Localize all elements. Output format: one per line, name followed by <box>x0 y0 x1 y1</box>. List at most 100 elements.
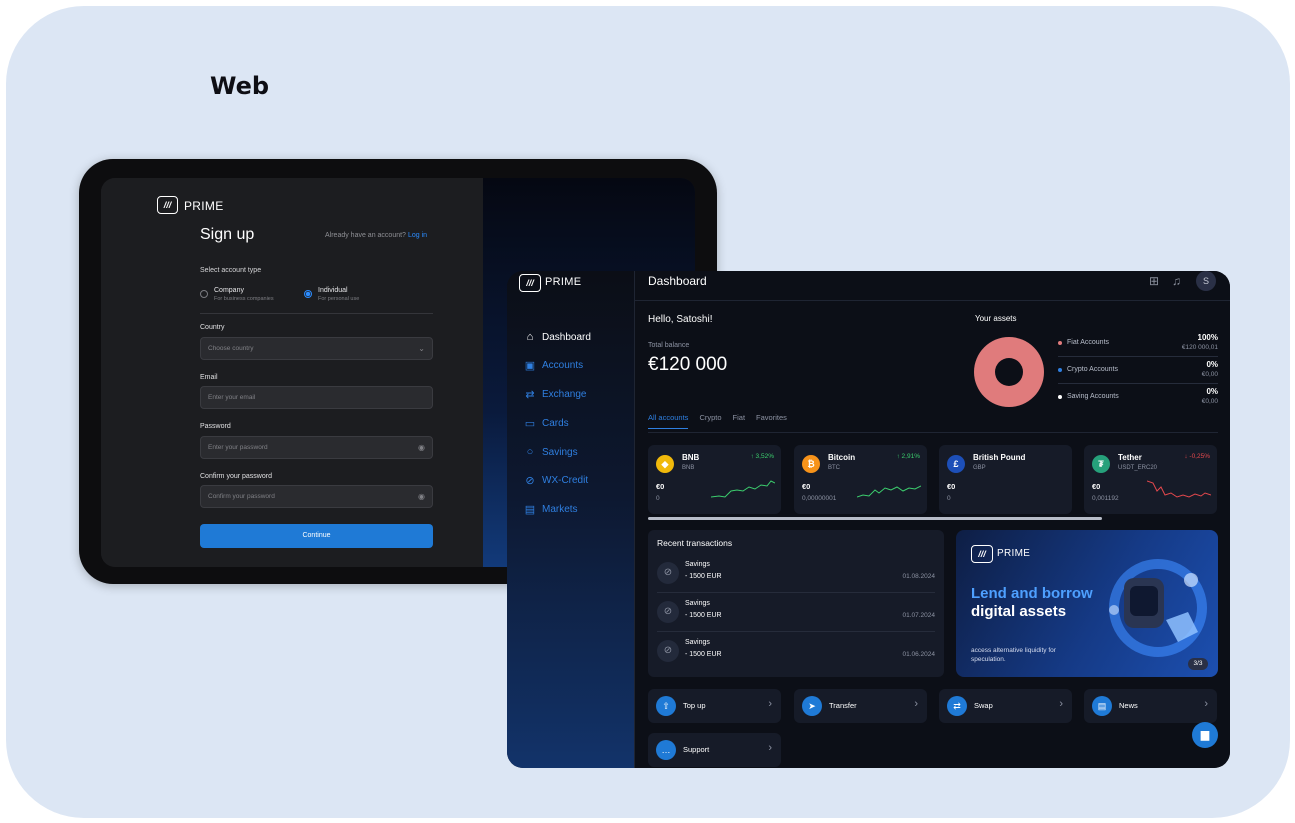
action-label: Top up <box>683 701 706 710</box>
account-type-individual[interactable]: Individual For personal use <box>304 287 359 302</box>
assets-title: Your assets <box>975 314 1017 323</box>
promo-subtitle: access alternative liquidity for specula… <box>971 647 1056 663</box>
eye-icon[interactable]: ◉ <box>418 492 425 501</box>
section-heading: Web <box>210 72 270 100</box>
email-field[interactable]: Enter your email <box>200 386 433 409</box>
country-select[interactable]: Choose country ⌄ <box>200 337 433 360</box>
assets-donut-chart <box>974 337 1044 407</box>
transaction-amount: - 1500 EUR <box>685 573 722 580</box>
bell-icon[interactable]: ♫ <box>1172 274 1181 288</box>
asset-amount: €120 000,01 <box>1181 344 1218 351</box>
chart-icon: ▤ <box>524 504 536 516</box>
asset-card-amount: 0 <box>947 495 951 502</box>
asset-card-amount: 0,00000001 <box>802 495 837 502</box>
sidebar-item-label: Dashboard <box>542 331 591 343</box>
sidebar-item-cards[interactable]: ▭ Cards <box>524 417 569 430</box>
asset-card-ticker: BTC <box>828 465 840 471</box>
radio-button[interactable] <box>200 290 208 298</box>
brand-name: PRIME <box>545 276 582 288</box>
greeting: Hello, Satoshi! <box>648 314 713 325</box>
swap-icon: ⇄ <box>947 696 967 716</box>
savings-icon: ⊘ <box>657 601 679 623</box>
asset-card-bnb[interactable]: ◆ BNB BNB ↑ 3,52% €0 0 <box>648 445 781 514</box>
support-button[interactable]: … Support › <box>648 733 781 767</box>
confirm-password-label: Confirm your password <box>200 473 272 480</box>
gift-icon[interactable]: ⊞ <box>1149 274 1159 288</box>
list-item[interactable]: ⊘ Savings - 1500 EUR 01.06.2024 <box>657 632 935 671</box>
asset-card-tether[interactable]: ₮ Tether USDT_ERC20 ↓ -0,25% €0 0,001192 <box>1084 445 1217 514</box>
radio-text: Company For business companies <box>214 287 274 302</box>
avatar[interactable]: S <box>1196 271 1216 291</box>
savings-icon: ⊘ <box>657 640 679 662</box>
promo-headline: Lend and borrow digital assets <box>971 585 1101 621</box>
tab-fiat[interactable]: Fiat <box>733 413 746 429</box>
asset-percent: 0% <box>1206 387 1218 396</box>
news-button[interactable]: ▤ News › <box>1084 689 1217 723</box>
sparkline <box>1147 480 1211 498</box>
transaction-date: 01.06.2024 <box>902 651 935 658</box>
horizontal-scrollbar[interactable] <box>648 517 1102 520</box>
asset-card-name: Tether <box>1118 453 1142 462</box>
asset-row-crypto: Crypto Accounts 0% €0,00 <box>1058 358 1218 384</box>
chevron-right-icon: › <box>1204 698 1208 710</box>
continue-button[interactable]: Continue <box>200 524 433 548</box>
list-item[interactable]: ⊘ Savings - 1500 EUR 01.07.2024 <box>657 593 935 632</box>
sidebar-item-wx-credit[interactable]: ⊘ WX-Credit <box>524 474 588 487</box>
password-field[interactable]: Enter your password ◉ <box>200 436 433 459</box>
asset-card-ticker: BNB <box>682 465 695 471</box>
transaction-date: 01.07.2024 <box>902 612 935 619</box>
asset-card-bitcoin[interactable]: ₿ Bitcoin BTC ↑ 2,91% €0 0,00000001 <box>794 445 927 514</box>
tab-favorites[interactable]: Favorites <box>756 413 787 429</box>
carousel-page-indicator: 3/3 <box>1188 658 1208 670</box>
chevron-right-icon: › <box>914 698 918 710</box>
promo-banner[interactable]: /// PRIME Lend and borrow digital assets… <box>956 530 1218 677</box>
login-prompt: Already have an account? Log in <box>325 232 427 239</box>
transaction-amount: - 1500 EUR <box>685 612 722 619</box>
password-placeholder: Enter your password <box>208 444 268 451</box>
login-link[interactable]: Log in <box>408 232 427 239</box>
sidebar-item-accounts[interactable]: ▣ Accounts <box>524 359 583 372</box>
sidebar-item-label: Savings <box>542 446 578 458</box>
bnb-coin-icon: ◆ <box>656 455 674 473</box>
radio-title: Company <box>214 287 244 294</box>
asset-card-ticker: GBP <box>973 465 986 471</box>
legend-dot <box>1058 341 1062 345</box>
brand-name: PRIME <box>997 548 1031 559</box>
list-item[interactable]: ⊘ Savings - 1500 EUR 01.08.2024 <box>657 554 935 593</box>
eye-icon[interactable]: ◉ <box>418 443 425 452</box>
sparkline <box>857 485 921 498</box>
asset-name: Saving Accounts <box>1067 393 1119 400</box>
country-label: Country <box>200 324 225 331</box>
sidebar-item-savings[interactable]: ○ Savings <box>524 446 578 458</box>
tether-coin-icon: ₮ <box>1092 455 1110 473</box>
radio-button-selected[interactable] <box>304 290 312 298</box>
email-placeholder: Enter your email <box>208 394 256 401</box>
asset-card-amount: 0 <box>656 495 660 502</box>
tab-crypto[interactable]: Crypto <box>699 413 721 429</box>
asset-card-balance: €0 <box>802 482 811 491</box>
sidebar-item-dashboard[interactable]: ⌂ Dashboard <box>524 331 591 343</box>
email-label: Email <box>200 374 218 381</box>
recent-transactions-card: Recent transactions ⊘ Savings - 1500 EUR… <box>648 530 944 677</box>
sidebar-item-exchange[interactable]: ⇄ Exchange <box>524 388 586 401</box>
pound-coin-icon: £ <box>947 455 965 473</box>
chat-launcher-button[interactable]: ▆ <box>1192 722 1218 748</box>
chevron-right-icon: › <box>768 698 772 710</box>
chat-icon: … <box>656 740 676 760</box>
account-type-company[interactable]: Company For business companies <box>200 287 274 302</box>
sidebar-item-markets[interactable]: ▤ Markets <box>524 503 578 516</box>
dashboard-window: /// PRIME ⌂ Dashboard ▣ Accounts ⇄ Excha… <box>507 271 1230 768</box>
swap-button[interactable]: ⇄ Swap › <box>939 689 1072 723</box>
transfer-button[interactable]: ➤ Transfer › <box>794 689 927 723</box>
asset-amount: €0,00 <box>1201 371 1218 378</box>
asset-percent: 100% <box>1197 333 1218 342</box>
confirm-password-field[interactable]: Confirm your password ◉ <box>200 485 433 508</box>
tab-all-accounts[interactable]: All accounts <box>648 413 689 429</box>
top-up-button[interactable]: ⇧ Top up › <box>648 689 781 723</box>
asset-card-british-pound[interactable]: £ British Pound GBP €0 0 <box>939 445 1072 514</box>
legend-dot <box>1058 368 1062 372</box>
asset-row-fiat: Fiat Accounts 100% €120 000,01 <box>1058 331 1218 357</box>
asset-percent: 0% <box>1206 360 1218 369</box>
asset-card-balance: €0 <box>656 482 665 491</box>
asset-amount: €0,00 <box>1201 398 1218 405</box>
